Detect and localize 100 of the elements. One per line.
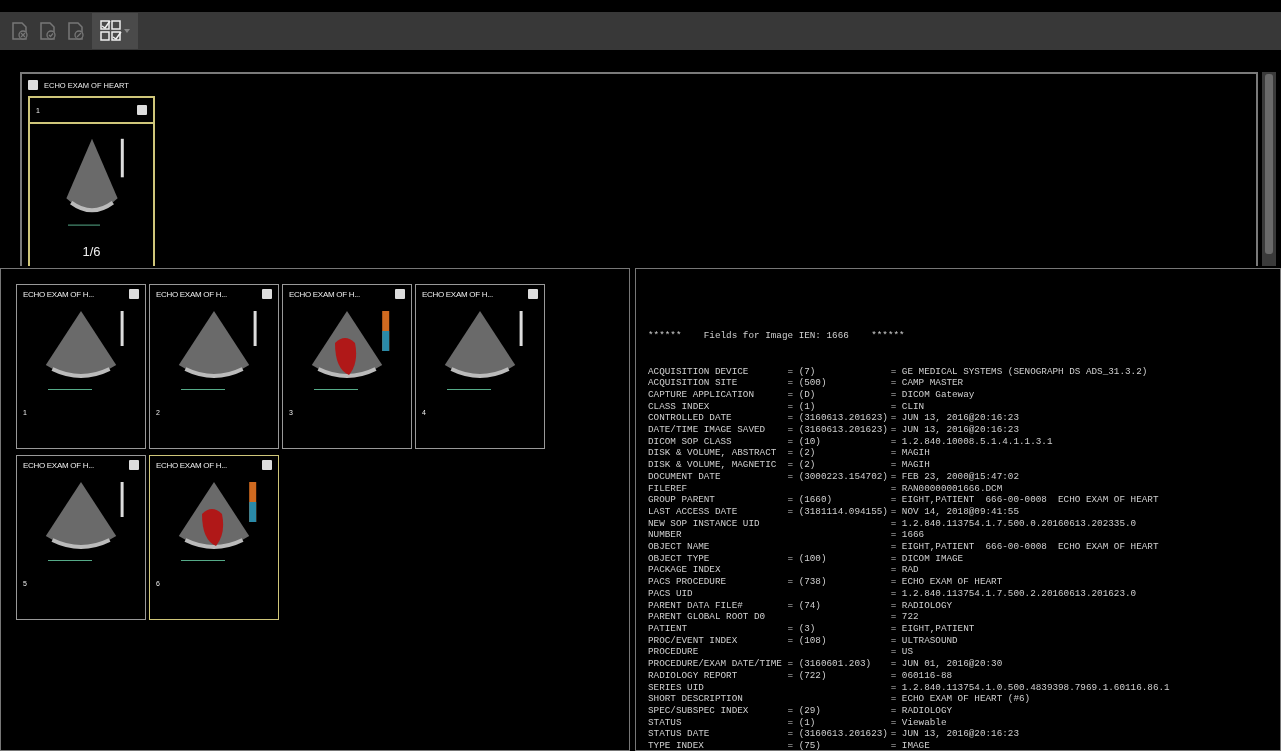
field-code: = (74) [787, 599, 822, 612]
field-value: = EIGHT,PATIENT 666-00-0008 ECHO EXAM OF HEART [890, 494, 1160, 506]
field-code: = (100) [787, 552, 828, 565]
thumbnail-title: ECHO EXAM OF H... [23, 289, 94, 299]
checkbox[interactable] [528, 289, 538, 299]
field-code: = (10) [787, 435, 822, 448]
field-code: = (722) [787, 669, 828, 682]
field-code: = (3160601.203) [787, 658, 873, 670]
field-name: DISK & VOLUME, ABSTRACT [648, 447, 778, 460]
field-value: = 722 [890, 611, 920, 623]
field-value: = 1666 [890, 529, 926, 542]
field-name: CONTROLLED DATE [648, 412, 733, 425]
field-value: = MAGIH [890, 459, 931, 471]
field-name: PARENT DATA FILE# [648, 599, 744, 612]
field-name: FILEREF [648, 482, 689, 495]
field-name: PROCEDURE/EXAM DATE/TIME [648, 658, 783, 670]
field-name: NUMBER [648, 529, 683, 542]
field-name: ACQUISITION DEVICE [648, 365, 750, 378]
field-value: = RAN00000001666.DCM [890, 482, 1004, 495]
field-name: SERIES UID [648, 681, 705, 694]
field-value: = JUN 13, 2016@20:16:23 [890, 412, 1020, 425]
field-name: DISK & VOLUME, MAGNETIC [648, 459, 778, 471]
field-name: PROCEDURE [648, 646, 700, 659]
thumbnail-title: ECHO EXAM OF H... [289, 289, 360, 299]
field-name: NEW SOP INSTANCE UID [648, 517, 761, 530]
field-value: = MAGIH [890, 447, 931, 460]
document-icon[interactable] [38, 21, 58, 41]
checkbox[interactable] [137, 105, 147, 115]
field-value: = JUN 01, 2016@20:30 [890, 658, 1004, 670]
field-name: CAPTURE APPLICATION [648, 388, 755, 401]
field-code: = (1) [787, 400, 817, 413]
field-code: = (2) [787, 447, 817, 460]
field-value: = GE MEDICAL SYSTEMS (SENOGRAPH DS ADS_31.3.2) [890, 365, 1149, 378]
field-value: = DICOM IMAGE [890, 552, 965, 565]
field-value: = Viewable [890, 716, 947, 729]
field-code: = (1660) [787, 494, 834, 506]
field-value: = ULTRASOUND [890, 634, 959, 647]
field-value: = CLIN [890, 400, 926, 413]
field-code: = (3) [787, 623, 817, 635]
field-code: = (3160613.201623) [787, 412, 889, 425]
field-value: = EIGHT,PATIENT 666-00-0008 ECHO EXAM OF HEART [890, 541, 1160, 553]
scrollbar[interactable] [1262, 72, 1276, 266]
field-code: = (7) [787, 365, 817, 378]
field-value: = ECHO EXAM OF HEART [890, 576, 1004, 588]
document-icon[interactable] [10, 21, 30, 41]
field-value: = 060116-88 [890, 669, 954, 682]
field-value: = CAMP MASTER [890, 377, 965, 389]
thumbnail-title: ECHO EXAM OF H... [156, 289, 227, 299]
field-value: = JUN 13, 2016@20:16:23 [890, 424, 1020, 436]
checklist-grid-icon[interactable] [100, 20, 122, 42]
field-value: = 1.2.840.113754.1.0.500.4839398.7969.1.60116.86.1 [890, 681, 1171, 694]
field-value: = IMAGE [890, 740, 931, 751]
field-value: = RADIOLOGY [890, 704, 954, 717]
field-name: LAST ACCESS DATE [648, 505, 739, 518]
field-value: = JUN 13, 2016@20:16:23 [890, 728, 1020, 740]
field-code: = (738) [787, 576, 828, 588]
field-name: TYPE INDEX [648, 740, 705, 751]
field-name: DICOM SOP CLASS [648, 435, 733, 448]
caret-icon[interactable] [124, 29, 130, 33]
field-code: = (500) [787, 377, 828, 389]
field-name: GROUP PARENT [648, 494, 716, 506]
field-name: RADIOLOGY REPORT [648, 669, 739, 682]
field-value: = EIGHT,PATIENT [890, 623, 976, 635]
thumbnail-title: ECHO EXAM OF H... [23, 460, 94, 470]
field-code: = (108) [787, 634, 828, 647]
checkbox[interactable] [262, 460, 272, 470]
checkbox[interactable] [129, 289, 139, 299]
field-value: = 1.2.840.10008.5.1.4.1.1.3.1 [890, 435, 1054, 448]
field-code: = (75) [787, 740, 822, 751]
thumbnail-title: ECHO EXAM OF H... [156, 460, 227, 470]
field-code: = (29) [787, 704, 822, 717]
checkbox[interactable] [395, 289, 405, 299]
field-name: CLASS INDEX [648, 400, 711, 413]
field-code: = (2) [787, 459, 817, 471]
field-name: SPEC/SUBSPEC INDEX [648, 704, 750, 717]
field-name: PARENT GLOBAL ROOT D0 [648, 611, 767, 623]
field-value: = 1.2.840.113754.1.7.500.0.20160613.202335.0 [890, 517, 1138, 530]
image-count: 1/6 [82, 244, 101, 259]
checkbox[interactable] [129, 460, 139, 470]
field-name: OBJECT TYPE [648, 552, 711, 565]
field-value: = RADIOLOGY [890, 599, 954, 612]
field-name: STATUS [648, 716, 683, 729]
thumbnail-title: ECHO EXAM OF H... [422, 289, 493, 299]
field-name: PROC/EVENT INDEX [648, 634, 739, 647]
field-name: STATUS DATE [648, 728, 711, 740]
field-value: = DICOM Gateway [890, 388, 976, 401]
field-value: = US [890, 646, 914, 659]
document-icon[interactable] [66, 21, 86, 41]
field-name: PACS PROCEDURE [648, 576, 728, 588]
field-value: = ECHO EXAM OF HEART (#6) [890, 693, 1032, 705]
field-value: = FEB 23, 2000@15:47:02 [890, 470, 1020, 483]
field-code: = (3160613.201623) [787, 728, 889, 740]
checkbox[interactable] [28, 80, 38, 90]
checkbox[interactable] [262, 289, 272, 299]
field-value: = 1.2.840.113754.1.7.500.2.20160613.201623.0 [890, 587, 1138, 600]
field-code: = (3160613.201623) [787, 424, 889, 436]
field-code: = (D) [787, 388, 817, 401]
field-name: DATE/TIME IMAGE SAVED [648, 424, 767, 436]
field-name: DOCUMENT DATE [648, 470, 722, 483]
field-code: = (3181114.094155) [787, 505, 889, 518]
